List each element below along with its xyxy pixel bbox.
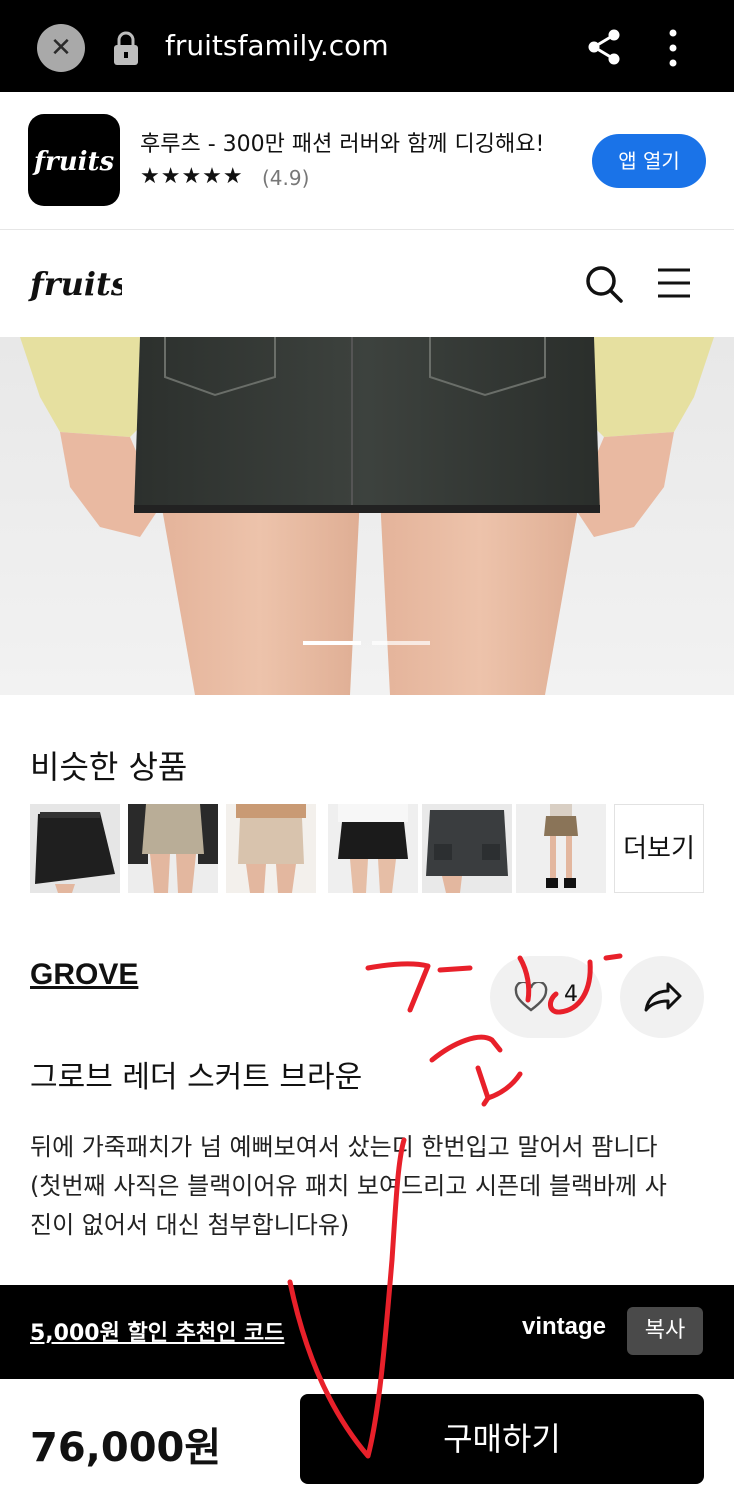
svg-text:fruits: fruits [32,147,115,177]
app-install-banner: fruits 후루츠 - 300만 패션 러버와 함께 디깅해요! ★★★★★ … [0,92,734,230]
referral-code: vintage [522,1313,607,1340]
brand-link[interactable]: GROVE [30,958,138,992]
more-similar-button[interactable]: 더보기 [614,804,704,893]
close-icon: ✕ [50,33,72,63]
similar-product-thumb[interactable] [328,804,418,893]
similar-product-thumb[interactable] [422,804,512,893]
similar-product-thumb[interactable] [128,804,218,893]
close-tab-button[interactable]: ✕ [37,24,85,72]
coupon-bar: 5,000원 할인 추천인 코드 vintage 복사 [0,1285,734,1379]
rating-value: (4.9) [262,166,310,190]
product-description: 뒤에 가죽패치가 넘 예뻐보여서 샀는디 한번입고 말어서 팜니다 (첫번째 사… [30,1128,710,1245]
share-icon[interactable] [586,28,622,66]
search-icon[interactable] [584,264,624,304]
product-share-button[interactable] [620,956,704,1038]
hamburger-menu-icon[interactable] [656,266,692,300]
browser-toolbar: ✕ fruitsfamily.com [0,0,734,92]
similar-product-thumb[interactable] [226,804,316,893]
description-line-2: (첫번째 사직은 블랙이어유 패치 보여드리고 시픈데 블랙바께 사 [30,1172,667,1200]
heart-icon [514,982,548,1012]
similar-product-thumb[interactable] [516,804,606,893]
svg-text:fruits: fruits [28,265,122,303]
share-arrow-icon [644,982,682,1012]
product-price: 76,000원 [30,1425,222,1471]
product-name: 그로브 레더 스커트 브라운 [30,1060,363,1095]
referral-discount-link[interactable]: 5,000원 할인 추천인 코드 [30,1315,285,1347]
address-bar-url[interactable]: fruitsfamily.com [165,26,389,66]
rating-stars: ★★★★★ [140,164,244,189]
similar-product-thumb[interactable] [30,804,120,893]
app-title: 후루츠 - 300만 패션 러버와 함께 디깅해요! [140,132,545,157]
description-line-1: 뒤에 가죽패치가 넘 예뻐보여서 샀는디 한번입고 말어서 팜니다 [30,1133,658,1161]
kebab-menu-icon[interactable] [662,28,684,68]
similar-products-title: 비슷한 상품 [30,748,188,786]
lock-icon [114,31,138,65]
carousel-indicator[interactable] [0,639,734,647]
like-button[interactable]: 4 [490,956,602,1038]
like-count: 4 [564,982,578,1007]
purchase-bar: 76,000원 구매하기 [0,1379,734,1500]
buy-button[interactable]: 구매하기 [300,1394,704,1484]
site-logo[interactable]: fruits [28,259,122,307]
description-line-3: 진이 없어서 대신 첨부합니다유) [30,1211,350,1239]
copy-code-button[interactable]: 복사 [627,1307,703,1355]
open-app-button[interactable]: 앱 열기 [592,134,706,188]
app-logo: fruits [28,114,120,206]
